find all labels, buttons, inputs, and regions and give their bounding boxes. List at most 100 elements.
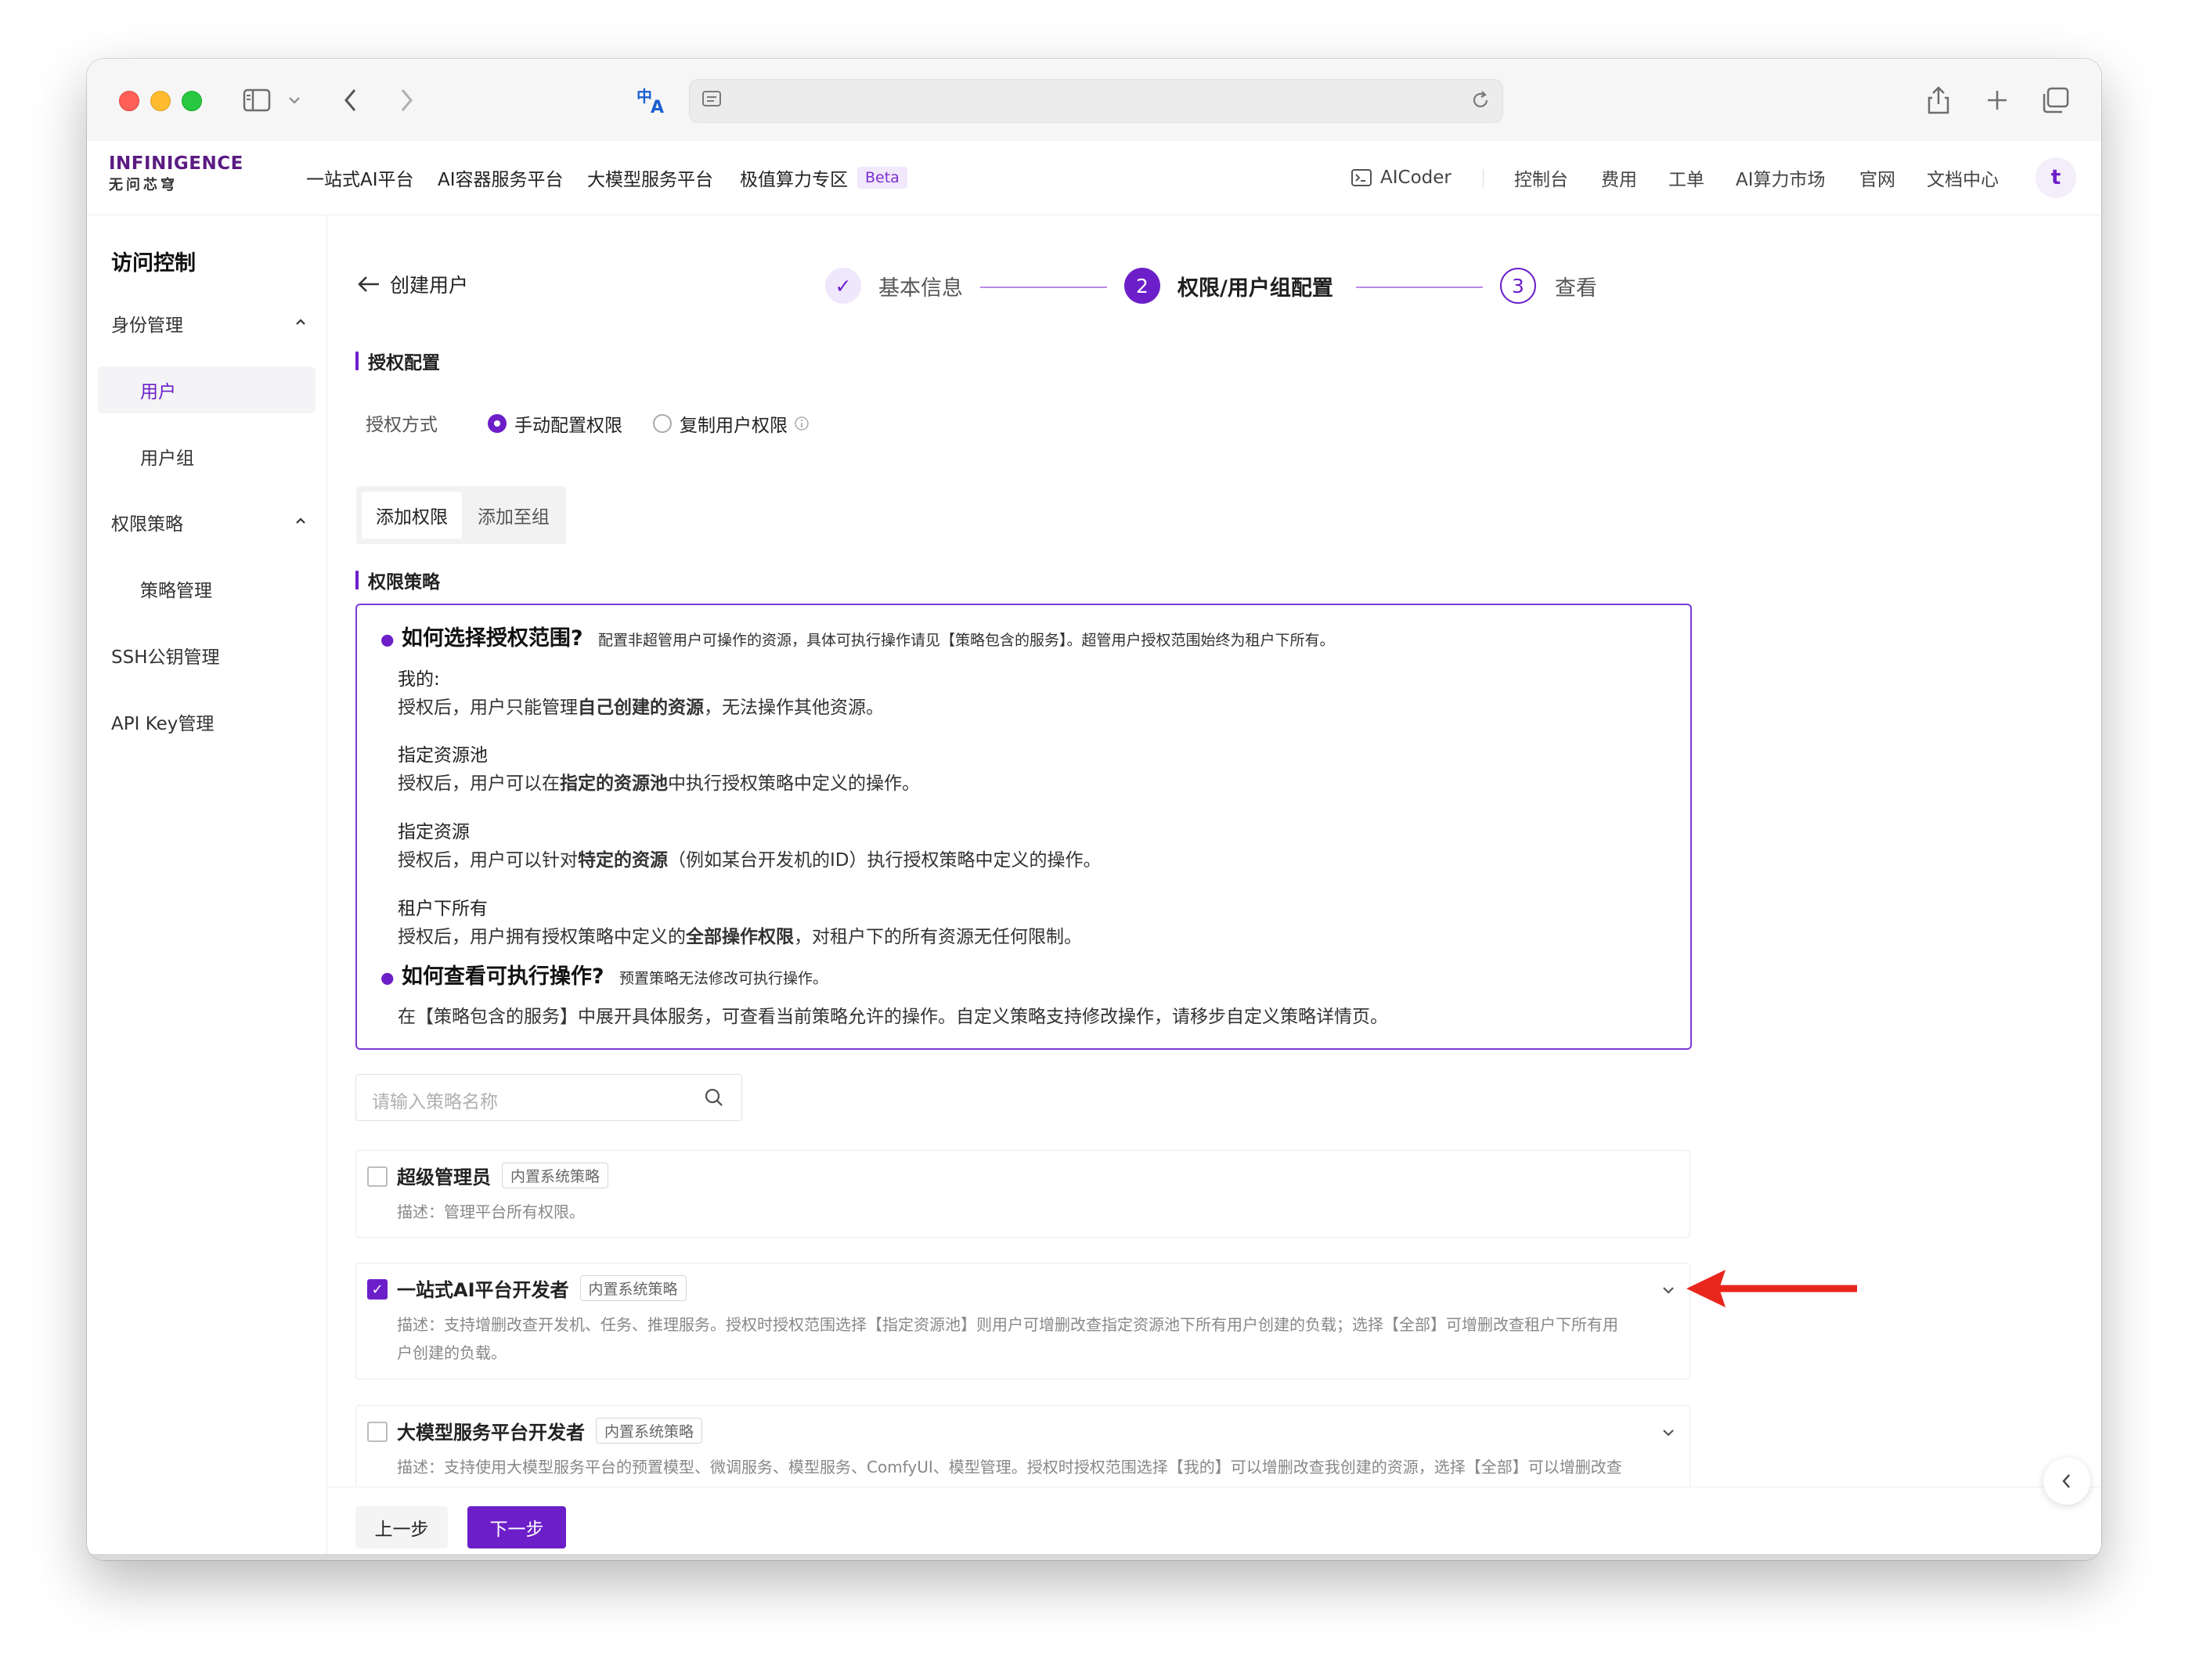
next-step-button[interactable]: 下一步: [467, 1506, 566, 1548]
translate-icon[interactable]: 中A: [635, 82, 671, 118]
back-arrow-icon[interactable]: [357, 275, 380, 294]
scope-desc-text: 授权后，用户可以在: [398, 773, 560, 794]
back-nav-icon[interactable]: [339, 82, 362, 118]
sidebar-item-policy-management[interactable]: 策略管理: [140, 573, 212, 604]
sidebar-group-label: 身份管理: [111, 315, 183, 336]
beta-badge: Beta: [857, 167, 907, 189]
scope-desc-bold: 特定的资源: [578, 850, 668, 871]
bullet-icon: ●: [380, 968, 395, 987]
window-bottom-edge: [87, 1554, 2101, 1560]
nav-link-compute-zone-label: 极值算力专区: [740, 170, 848, 190]
policy-desc: 描述：管理平台所有权限。: [397, 1202, 585, 1221]
policy-checkbox[interactable]: [367, 1166, 388, 1187]
scope-name: 指定资源: [398, 822, 470, 842]
nav-link-llm-platform[interactable]: 大模型服务平台: [587, 141, 713, 215]
sidebar-title: 访问控制: [111, 251, 196, 276]
policy-desc: 户创建的负载。: [397, 1343, 507, 1362]
reload-icon[interactable]: [1470, 89, 1491, 114]
nav-link-compute-market[interactable]: AI算力市场: [1736, 141, 1826, 215]
browser-window: 中A INFINIGENCE 无问芯穹 一站式AI平台 AI容器服务平台 大模型…: [87, 59, 2101, 1560]
infinigence-logo[interactable]: INFINIGENCE 无问芯穹: [109, 153, 250, 202]
policy-search-input[interactable]: 请输入策略名称: [355, 1074, 742, 1121]
scope-desc-text: ，无法操作其他资源。: [704, 698, 884, 718]
chevron-down-icon[interactable]: [285, 82, 304, 118]
prev-step-button[interactable]: 上一步: [355, 1506, 448, 1548]
help-q2-body: 在【策略包含的服务】中展开具体服务，可查看当前策略允许的操作。自定义策略支持修改…: [398, 1007, 1388, 1027]
nav-link-ai-platform[interactable]: 一站式AI平台: [306, 141, 414, 215]
logo-text: INFINIGENCE: [109, 153, 243, 174]
tab-overview-icon[interactable]: [2038, 82, 2072, 118]
new-tab-icon[interactable]: [1982, 82, 2013, 118]
scope-desc: 授权后，用户可以在指定的资源池中执行授权策略中定义的操作。: [398, 768, 920, 795]
policy-name: 大模型服务平台开发者: [397, 1422, 585, 1444]
annotation-arrow-icon: [1685, 1268, 1865, 1315]
avatar[interactable]: t: [2036, 157, 2076, 198]
collapse-panel-button[interactable]: [2043, 1458, 2090, 1505]
sidebar-toggle-icon[interactable]: [240, 82, 274, 118]
step-2-number: 2: [1124, 268, 1160, 304]
nav-link-tickets[interactable]: 工单: [1668, 141, 1704, 215]
policy-card[interactable]: ✓ 一站式AI平台开发者 内置系统策略 描述：支持增删改查开发机、任务、推理服务…: [355, 1263, 1690, 1379]
close-window-button[interactable]: [119, 91, 139, 111]
zoom-window-button[interactable]: [182, 91, 202, 111]
sidebar-group-policies[interactable]: 权限策略: [111, 507, 307, 538]
nav-link-billing[interactable]: 费用: [1601, 141, 1637, 215]
scope-desc-text: 中执行授权策略中定义的操作。: [668, 773, 920, 794]
page-title: 创建用户: [390, 274, 469, 297]
aicoder-label: AICoder: [1380, 168, 1452, 188]
tab-add-to-group[interactable]: 添加至组: [463, 492, 564, 539]
sidebar-active-bg: [98, 366, 316, 413]
scope-desc-bold: 指定的资源池: [560, 773, 668, 794]
policy-card[interactable]: 超级管理员 内置系统策略 描述：管理平台所有权限。: [355, 1150, 1690, 1238]
auth-method-label: 授权方式: [366, 415, 438, 435]
help-q2: ● 如何查看可执行操作? 预置策略无法修改可执行操作。: [380, 959, 828, 990]
chevron-down-icon[interactable]: [1661, 1285, 1675, 1295]
help-q2-title: 如何查看可执行操作?: [401, 964, 604, 989]
policy-title: 超级管理员 内置系统策略: [397, 1162, 609, 1189]
nav-link-aicoder[interactable]: AICoder: [1351, 141, 1452, 215]
tab-add-permission[interactable]: 添加权限: [362, 492, 462, 539]
info-icon[interactable]: [794, 416, 810, 431]
policy-checkbox[interactable]: [367, 1422, 388, 1442]
sidebar-group-label: 权限策略: [111, 514, 183, 535]
nav-link-official-site[interactable]: 官网: [1859, 141, 1895, 215]
nav-link-console[interactable]: 控制台: [1514, 141, 1568, 215]
address-bar[interactable]: [689, 79, 1503, 123]
policy-title: 一站式AI平台开发者 内置系统策略: [397, 1274, 687, 1302]
chevron-up-icon: [294, 317, 307, 326]
forward-nav-icon[interactable]: [395, 82, 418, 118]
radio-manual[interactable]: 手动配置权限: [488, 410, 622, 437]
scope-name: 我的:: [398, 669, 440, 690]
search-placeholder: 请输入策略名称: [372, 1092, 498, 1112]
sidebar-group-identity[interactable]: 身份管理: [111, 308, 307, 339]
nav-link-container-platform[interactable]: AI容器服务平台: [438, 141, 564, 215]
policy-desc: 描述：支持使用大模型服务平台的预置模型、微调服务、模型服务、ComfyUI、模型…: [397, 1458, 1622, 1476]
chevron-down-icon[interactable]: [1661, 1428, 1675, 1437]
radio-empty-icon: [653, 414, 672, 433]
sidebar-item-api-keys[interactable]: API Key管理: [111, 706, 214, 737]
sidebar-item-ssh-keys[interactable]: SSH公钥管理: [111, 640, 220, 671]
nav-link-docs[interactable]: 文档中心: [1927, 141, 1999, 215]
nav-link-compute-zone[interactable]: 极值算力专区 Beta: [740, 141, 907, 215]
section-bar: [355, 352, 359, 370]
sidebar: 访问控制 身份管理 用户 用户组 权限策略 策略管理 SSH公钥管理 API K…: [87, 215, 327, 1560]
policy-checkbox-checked-icon[interactable]: ✓: [367, 1279, 388, 1300]
scope-desc-text: 授权后，用户可以针对: [398, 850, 578, 871]
top-nav: INFINIGENCE 无问芯穹 一站式AI平台 AI容器服务平台 大模型服务平…: [87, 141, 2101, 215]
sidebar-item-users[interactable]: 用户: [140, 374, 176, 406]
radio-manual-label: 手动配置权限: [514, 416, 622, 436]
share-icon[interactable]: [1923, 82, 1954, 118]
minimize-window-button[interactable]: [150, 91, 171, 111]
browser-titlebar: 中A: [87, 59, 2101, 142]
radio-copy[interactable]: 复制用户权限: [653, 410, 810, 437]
scope-desc-bold: 自己创建的资源: [578, 698, 704, 718]
search-icon[interactable]: [704, 1087, 724, 1108]
sidebar-item-user-groups[interactable]: 用户组: [140, 441, 194, 472]
terminal-icon: [1351, 168, 1372, 187]
scope-help-box: ● 如何选择授权范围? 配置非超管用户可操作的资源，具体可执行操作请见【策略包含…: [355, 604, 1692, 1050]
section-auth-config: 授权配置: [355, 345, 440, 377]
policy-tag: 内置系统策略: [579, 1275, 687, 1301]
page-menu-icon[interactable]: [701, 89, 723, 114]
scope-name: 租户下所有: [398, 899, 488, 919]
scope-desc: 授权后，用户可以针对特定的资源（例如某台开发机的ID）执行授权策略中定义的操作。: [398, 845, 1102, 871]
